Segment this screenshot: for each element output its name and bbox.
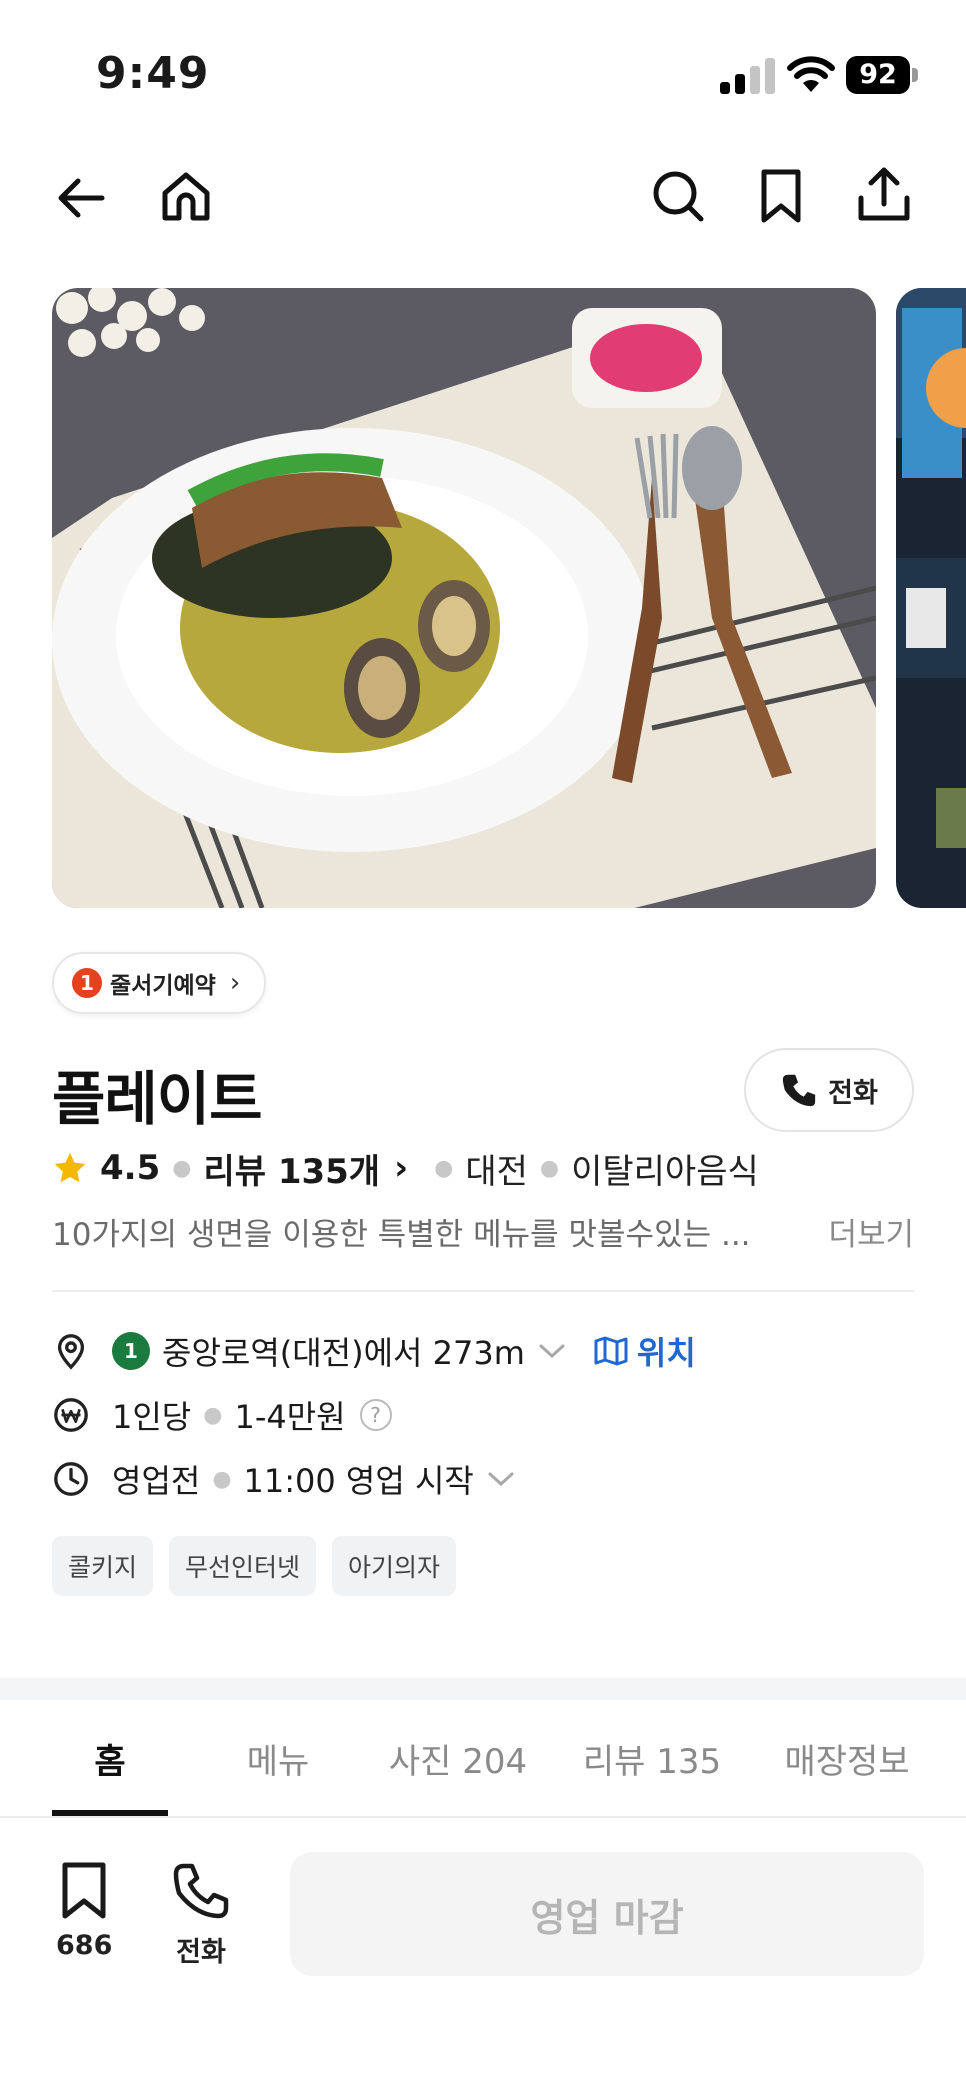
- store-meta-row: 4.5 ● 리뷰 135개 › ● 대전 ● 이탈리아음식: [52, 1144, 759, 1193]
- amenity-tag: 콜키지: [52, 1536, 154, 1596]
- business-closed-button[interactable]: 영업 마감: [290, 1852, 924, 1976]
- chevron-down-icon[interactable]: [537, 1341, 567, 1361]
- more-button[interactable]: 더보기: [828, 1209, 914, 1254]
- tab-home[interactable]: 홈: [52, 1700, 168, 1816]
- chevron-right-icon: ›: [394, 1148, 409, 1188]
- amenity-tags: 콜키지 무선인터넷 아기의자: [52, 1536, 457, 1596]
- tab-store-info[interactable]: 매장정보: [764, 1700, 930, 1816]
- search-button[interactable]: [648, 166, 708, 226]
- star-icon: [54, 1152, 86, 1183]
- review-count-link[interactable]: 리뷰 135개: [203, 1144, 380, 1193]
- chevron-right-icon: ›: [229, 968, 241, 998]
- chevron-down-icon[interactable]: [486, 1469, 516, 1489]
- subway-line-badge: 1: [112, 1332, 150, 1370]
- price-row: 1인당 ● 1-4만원 ?: [52, 1392, 392, 1438]
- status-time: 9:49: [96, 48, 210, 99]
- category-label: 이탈리아음식: [571, 1151, 759, 1192]
- phone-icon: [173, 1863, 229, 1919]
- map-icon: [594, 1336, 628, 1366]
- tab-photos[interactable]: 사진 204: [376, 1700, 540, 1816]
- bookmark-button[interactable]: [752, 166, 810, 226]
- bottom-call-label: 전화: [176, 1937, 226, 1968]
- search-icon: [653, 171, 704, 222]
- map-pin-icon: [57, 1334, 85, 1370]
- location-link[interactable]: 위치: [593, 1328, 696, 1374]
- queue-count-badge: 1: [72, 968, 102, 998]
- wifi-icon: [787, 56, 835, 92]
- queue-reservation-label: 줄서기예약: [110, 973, 216, 999]
- active-tab-indicator: [52, 1810, 168, 1816]
- home-button[interactable]: [156, 166, 216, 226]
- save-count: 686: [56, 1930, 113, 1961]
- hours-status: 영업전: [112, 1462, 201, 1500]
- call-button[interactable]: 전화: [744, 1048, 914, 1132]
- divider: [52, 1290, 914, 1292]
- region-label: 대전: [465, 1151, 528, 1192]
- pasta-dish-image: [52, 288, 876, 908]
- call-button-label: 전화: [828, 1077, 878, 1109]
- tab-reviews[interactable]: 리뷰 135: [572, 1700, 732, 1816]
- won-currency-icon: [54, 1398, 88, 1432]
- phone-icon: [783, 1074, 816, 1107]
- location-row: 1 중앙로역(대전)에서 273m 위치: [52, 1328, 696, 1374]
- save-button[interactable]: 686: [56, 1860, 112, 1961]
- rating-value: 4.5: [100, 1148, 161, 1188]
- battery-icon: 92: [846, 56, 918, 94]
- tab-menu[interactable]: 메뉴: [218, 1700, 338, 1816]
- location-link-label: 위치: [636, 1334, 696, 1372]
- arrow-left-icon: [58, 178, 105, 218]
- back-button[interactable]: [52, 168, 112, 228]
- cellular-signal-icon: [720, 58, 775, 94]
- bottom-call-button[interactable]: 전화: [170, 1860, 232, 1969]
- bookmark-icon: [761, 169, 801, 223]
- help-icon[interactable]: ?: [359, 1399, 392, 1431]
- clock-icon: [54, 1462, 88, 1496]
- tab-bar: 홈 메뉴 사진 204 리뷰 135 매장정보: [0, 1700, 966, 1818]
- share-button[interactable]: [854, 164, 914, 226]
- hours-text: 11:00 영업 시작: [243, 1462, 474, 1500]
- bookmark-icon: [62, 1862, 106, 1919]
- home-icon: [162, 172, 210, 221]
- description-row[interactable]: 10가지의 생면을 이용한 특별한 메뉴를 맛볼수있는 ... 더보기: [52, 1208, 914, 1254]
- subway-distance: 중앙로역(대전)에서 273m: [162, 1334, 525, 1372]
- queue-reservation-chip[interactable]: 1 줄서기예약 ›: [52, 952, 267, 1014]
- hours-row: 영업전 ● 11:00 영업 시작: [52, 1456, 516, 1502]
- status-bar: 9:49 92: [0, 0, 966, 130]
- bottom-action-bar: 686 전화 영업 마감: [0, 1820, 966, 2092]
- store-name: 플레이트: [52, 1065, 262, 1133]
- storefront-image: [896, 288, 966, 908]
- share-icon: [858, 167, 910, 221]
- amenity-tag: 아기의자: [332, 1536, 457, 1596]
- section-divider: [0, 1678, 966, 1700]
- storefront-photo[interactable]: [896, 288, 966, 908]
- photo-carousel[interactable]: [0, 288, 966, 908]
- amenity-tag: 무선인터넷: [169, 1536, 317, 1596]
- food-photo[interactable]: [52, 288, 876, 908]
- price-value: 1-4만원: [234, 1398, 346, 1436]
- battery-level: 92: [846, 56, 910, 94]
- store-description: 10가지의 생면을 이용한 특별한 메뉴를 맛볼수있는 ...: [52, 1216, 751, 1253]
- price-label: 1인당: [112, 1398, 192, 1436]
